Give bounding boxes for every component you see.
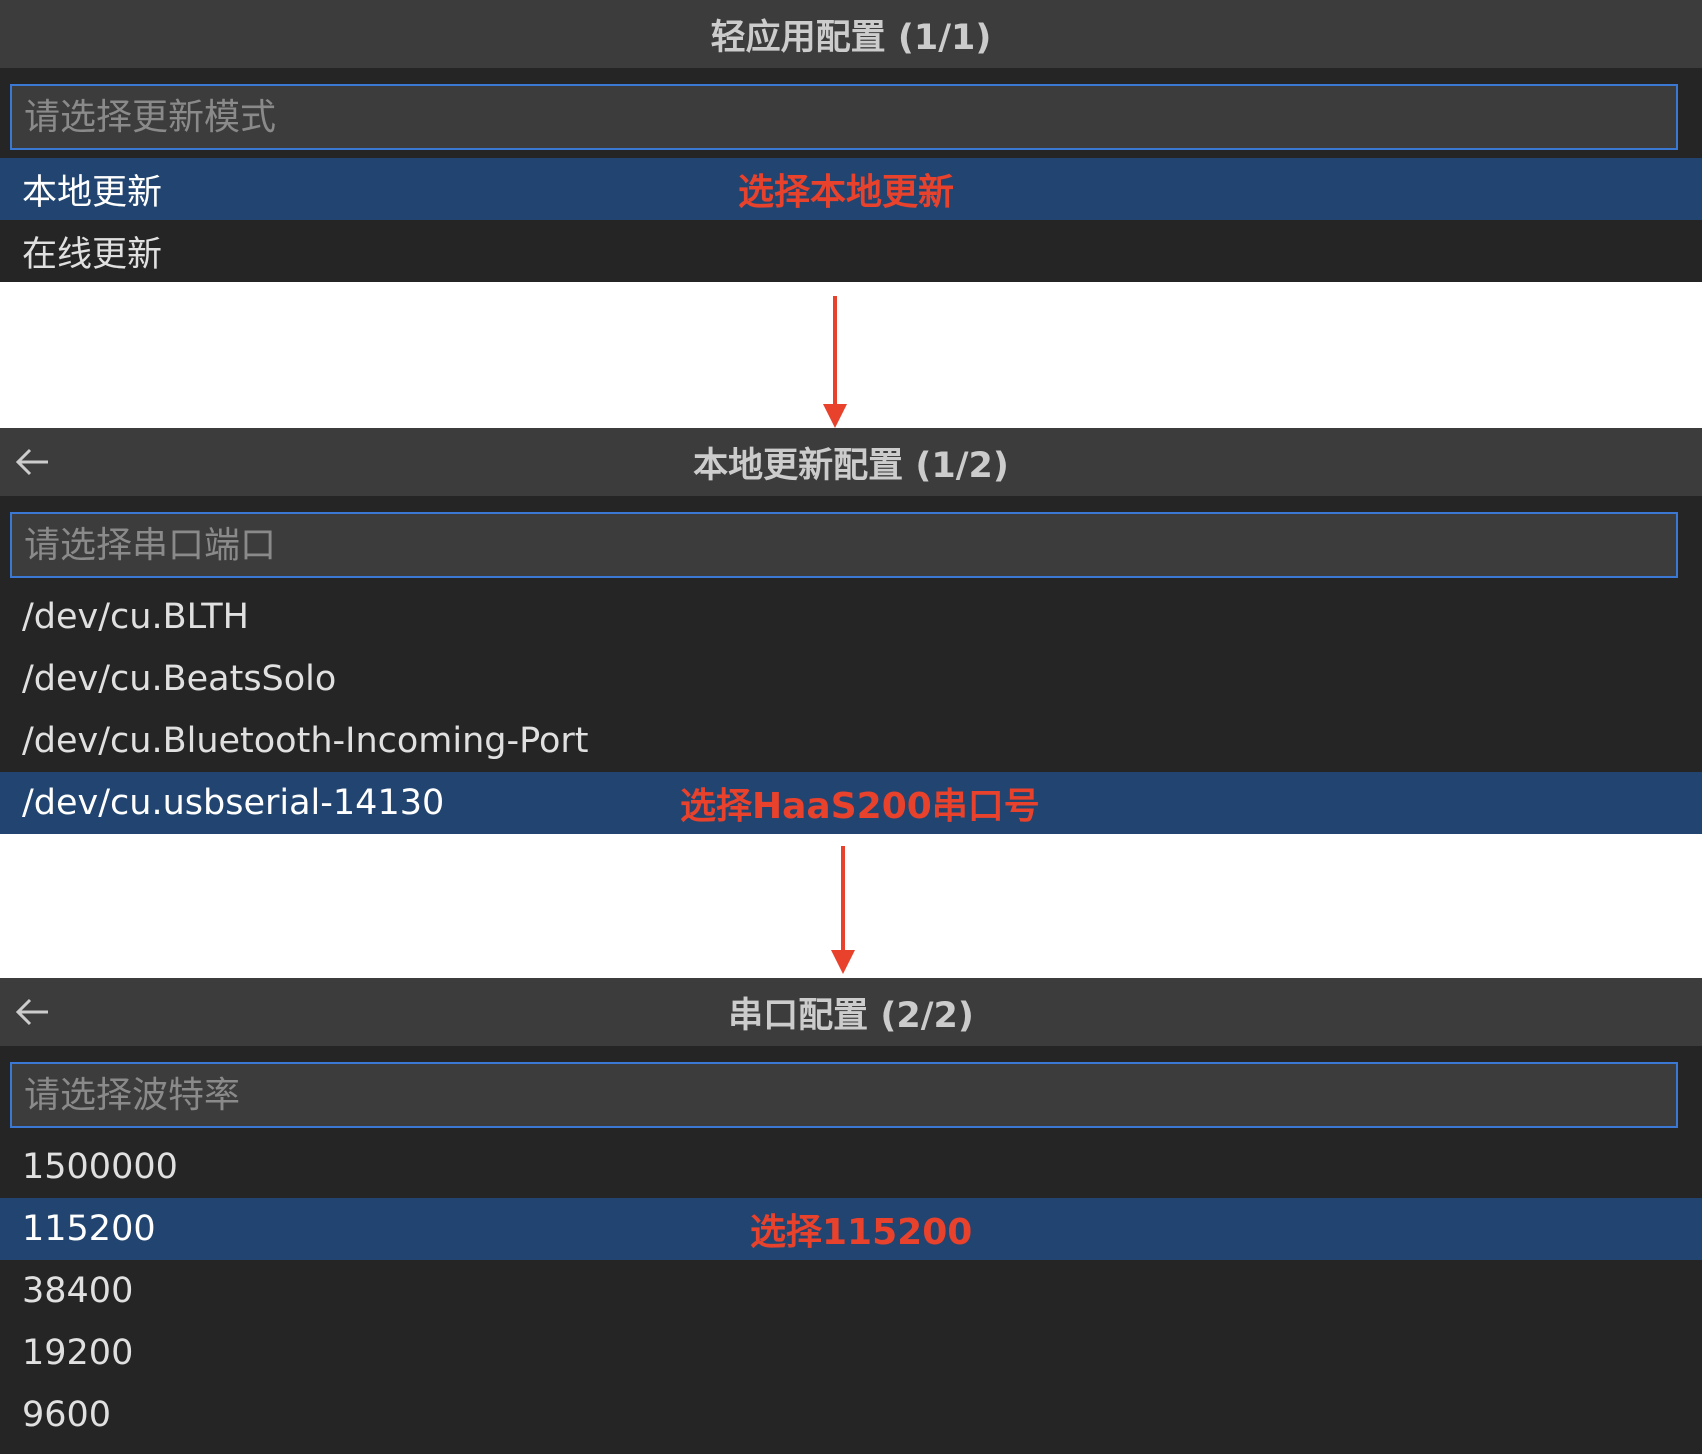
- list-item-label: 115200: [22, 1209, 156, 1249]
- baud-rate-input[interactable]: [10, 1062, 1678, 1128]
- input-container: [0, 68, 1702, 156]
- list-item-label: 9600: [22, 1395, 112, 1435]
- list-item-baud-rate[interactable]: 1500000: [0, 1136, 1702, 1198]
- annotation-select-115200: 选择115200: [750, 1212, 973, 1253]
- list-item-serial-port-usbserial[interactable]: /dev/cu.usbserial-14130 选择HaaS200串口号: [0, 772, 1702, 834]
- input-container: [0, 496, 1702, 584]
- list-item-serial-port[interactable]: /dev/cu.Bluetooth-Incoming-Port: [0, 710, 1702, 772]
- list-item-label: 本地更新: [22, 172, 163, 213]
- list-item-label: /dev/cu.BeatsSolo: [22, 659, 337, 699]
- panel-title: 轻应用配置 (1/1): [710, 17, 992, 58]
- page: 轻应用配置 (1/1) 本地更新 选择本地更新 在线更新: [0, 0, 1702, 1454]
- quick-pick-panel-serial-config: 串口配置 (2/2) 1500000 115200 选择115200 38400…: [0, 978, 1702, 1454]
- arrow-left-icon: [15, 448, 48, 476]
- panel-title: 本地更新配置 (1/2): [693, 445, 1009, 486]
- quick-pick-panel-app-config: 轻应用配置 (1/1) 本地更新 选择本地更新 在线更新: [0, 0, 1702, 282]
- panel-title: 串口配置 (2/2): [728, 995, 974, 1036]
- arrow-down-icon: [820, 296, 850, 430]
- list-item-label: 38400: [22, 1271, 134, 1311]
- panel-title-bar: 轻应用配置 (1/1): [0, 0, 1702, 68]
- list-item-baud-rate-115200[interactable]: 115200 选择115200: [0, 1198, 1702, 1260]
- list-item-baud-rate[interactable]: 38400: [0, 1260, 1702, 1322]
- list-item-label: /dev/cu.usbserial-14130: [22, 783, 445, 823]
- panel-title-bar: 串口配置 (2/2): [0, 978, 1702, 1046]
- back-button[interactable]: [12, 442, 52, 482]
- arrow-down-icon: [828, 846, 858, 976]
- list-item-online-update[interactable]: 在线更新: [0, 220, 1702, 282]
- list-item-label: /dev/cu.Bluetooth-Incoming-Port: [22, 721, 589, 761]
- update-mode-input[interactable]: [10, 84, 1678, 150]
- list-item-baud-rate[interactable]: 9600: [0, 1384, 1702, 1446]
- list-item-serial-port[interactable]: /dev/cu.BLTH: [0, 586, 1702, 648]
- list-item-serial-port[interactable]: /dev/cu.BeatsSolo: [0, 648, 1702, 710]
- list-item-baud-rate[interactable]: 19200: [0, 1322, 1702, 1384]
- back-button[interactable]: [12, 992, 52, 1032]
- list-item-label: 在线更新: [22, 234, 163, 275]
- serial-port-input[interactable]: [10, 512, 1678, 578]
- arrow-left-icon: [15, 998, 48, 1026]
- input-container: [0, 1046, 1702, 1134]
- annotation-select-haas200-port: 选择HaaS200串口号: [680, 786, 1040, 827]
- list-item-label: 1500000: [22, 1147, 178, 1187]
- list-item-local-update[interactable]: 本地更新 选择本地更新: [0, 158, 1702, 220]
- list-item-label: 19200: [22, 1333, 134, 1373]
- list-item-label: /dev/cu.BLTH: [22, 597, 249, 637]
- panel-title-bar: 本地更新配置 (1/2): [0, 428, 1702, 496]
- annotation-select-local-update: 选择本地更新: [738, 172, 955, 213]
- quick-pick-panel-local-update-config: 本地更新配置 (1/2) /dev/cu.BLTH /dev/cu.BeatsS…: [0, 428, 1702, 834]
